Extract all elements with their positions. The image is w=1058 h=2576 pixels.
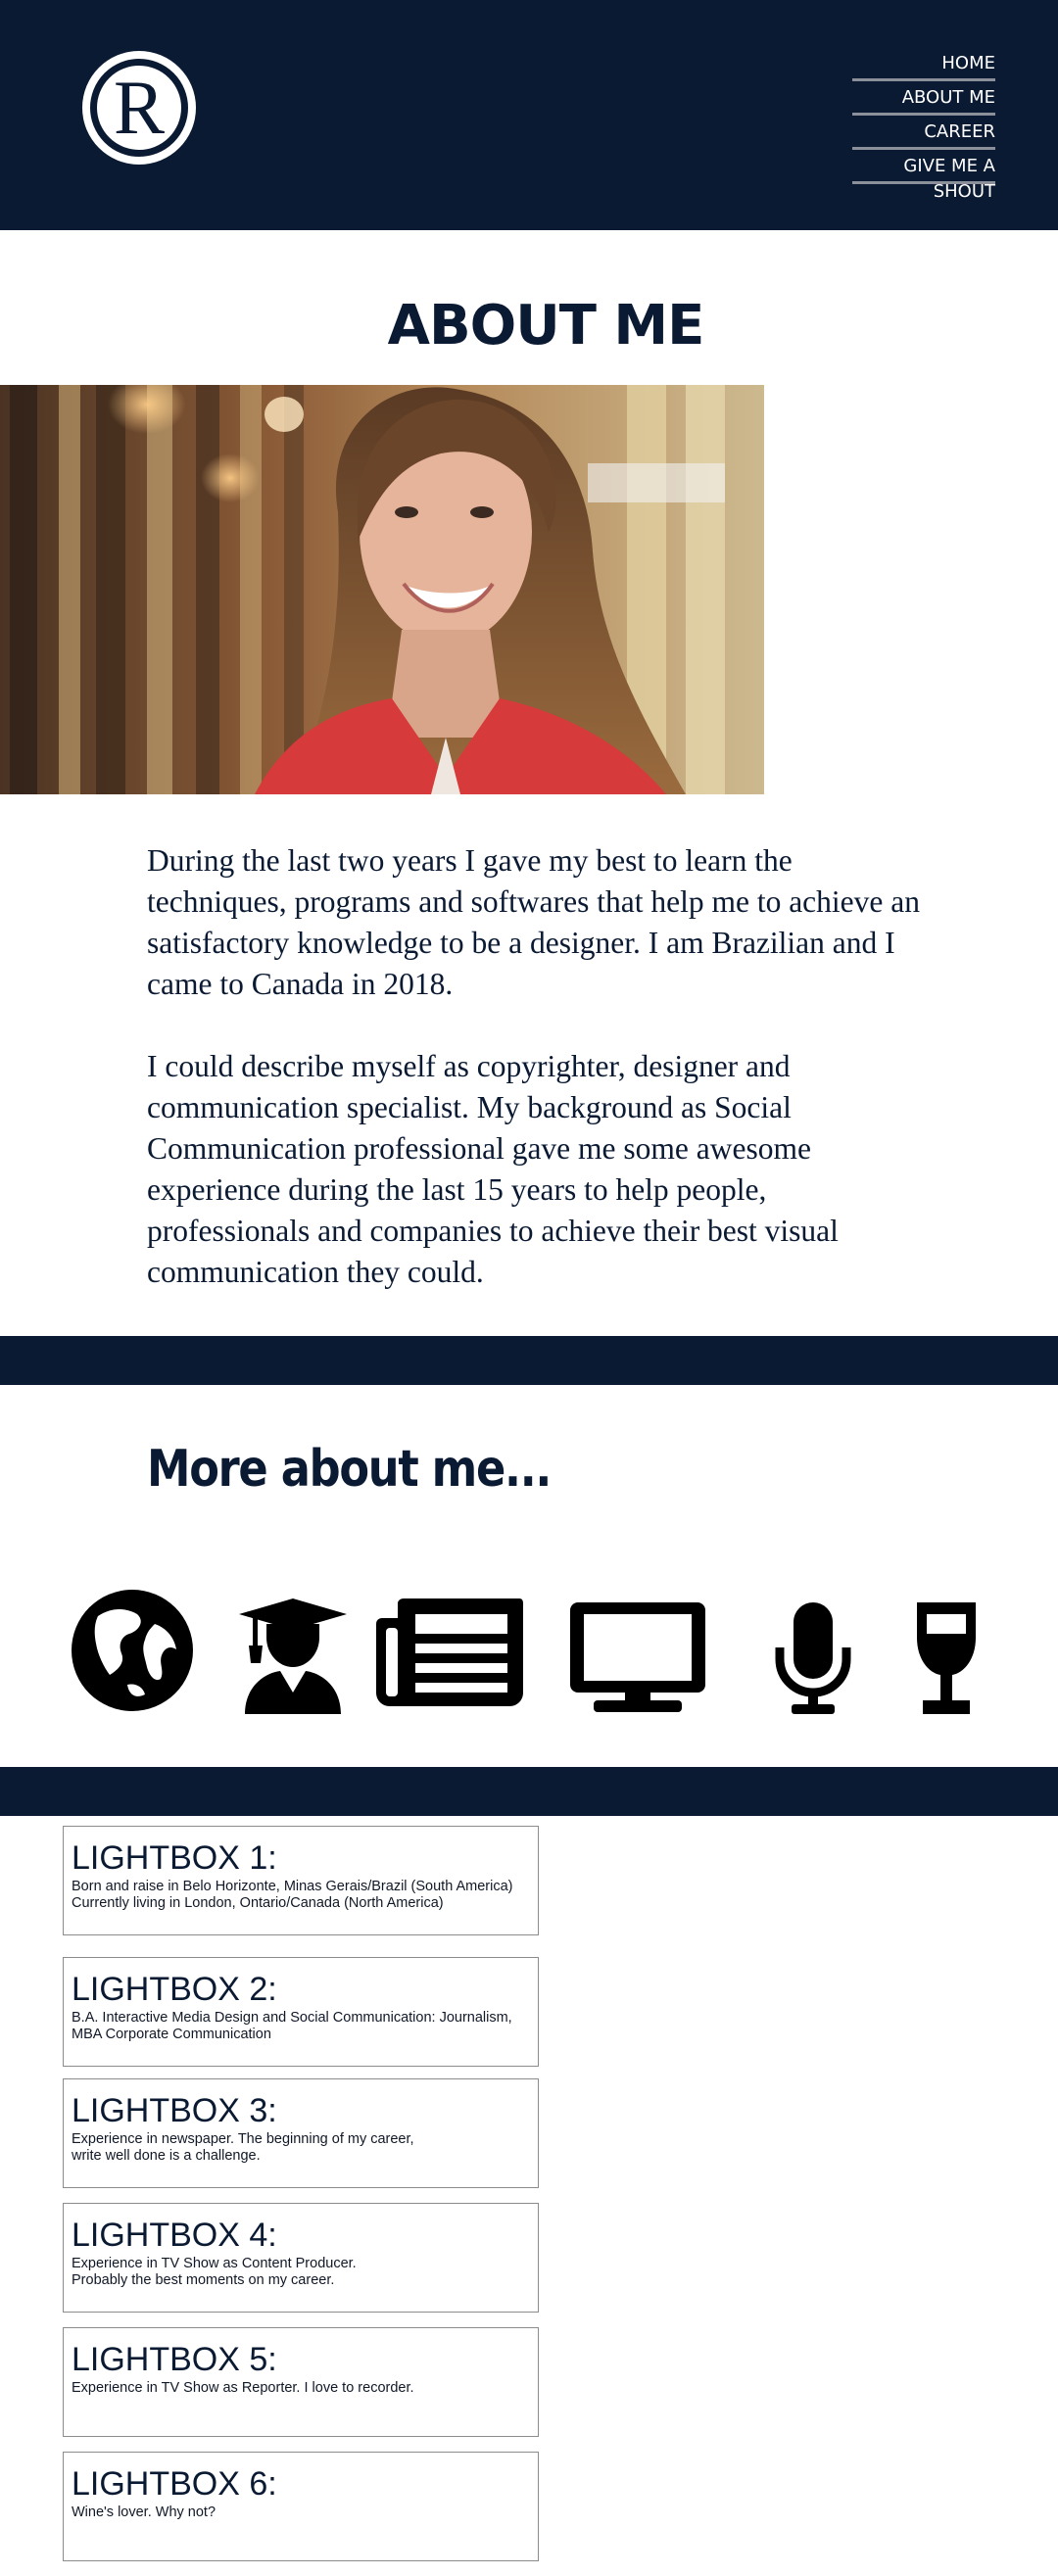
lightbox-1[interactable]: LIGHTBOX 1: Born and raise in Belo Horiz… [63,1826,539,1935]
lightbox-4[interactable]: LIGHTBOX 4: Experience in TV Show as Con… [63,2203,539,2313]
globe-icon[interactable] [69,1577,196,1714]
lightbox-title: LIGHTBOX 3: [72,2092,277,2129]
wine-glass-icon[interactable] [913,1577,980,1714]
lightbox-text: Born and raise in Belo Horizonte, Minas … [72,1879,513,1911]
lightbox-title: LIGHTBOX 1: [72,1839,277,1877]
lightbox-text: B.A. Interactive Media Design and Social… [72,2010,512,2042]
nav-about-me[interactable]: ABOUT ME [852,81,995,116]
page-title: ABOUT ME [387,294,705,358]
site-header: R HOME ABOUT ME CAREER GIVE ME A SHOUT [0,0,1058,230]
lightbox-6[interactable]: LIGHTBOX 6: Wine's lover. Why not? [63,2452,539,2561]
lightbox-title: LIGHTBOX 2: [72,1971,277,2008]
bio-paragraph-2: I could describe myself as copyrighter, … [147,1049,839,1289]
nav-career[interactable]: CAREER [852,116,995,150]
newspaper-icon[interactable] [376,1577,523,1714]
bio-paragraph-1: During the last two years I gave my best… [147,843,920,1001]
lightbox-2[interactable]: LIGHTBOX 2: B.A. Interactive Media Desig… [63,1957,539,2067]
lightbox-text: Wine's lover. Why not? [72,2504,216,2520]
lightbox-text: Experience in TV Show as Content Produce… [72,2256,357,2288]
logo-letter: R [113,65,166,150]
microphone-icon[interactable] [774,1577,852,1714]
nav-give-me-a-shout[interactable]: GIVE ME A SHOUT [852,150,995,202]
lightbox-title: LIGHTBOX 4: [72,2217,277,2254]
lightbox-title: LIGHTBOX 5: [72,2341,277,2378]
divider-band-2 [0,1767,1058,1816]
profile-photo [0,385,764,794]
lightbox-3[interactable]: LIGHTBOX 3: Experience in newspaper. The… [63,2078,539,2188]
lightbox-text: Experience in TV Show as Reporter. I lov… [72,2380,414,2396]
lightbox-5[interactable]: LIGHTBOX 5: Experience in TV Show as Rep… [63,2327,539,2437]
tv-monitor-icon[interactable] [570,1577,705,1714]
main-nav: HOME ABOUT ME CAREER GIVE ME A SHOUT [852,47,995,202]
logo[interactable]: R [82,51,196,165]
divider-band [0,1336,1058,1385]
graduate-icon[interactable] [239,1577,347,1714]
lightbox-text: Experience in newspaper. The beginning o… [72,2131,414,2164]
nav-home[interactable]: HOME [852,47,995,81]
lightbox-title: LIGHTBOX 6: [72,2465,277,2503]
more-about-me-title: More about me... [147,1440,552,1499]
bio-text: During the last two years I gave my best… [147,840,931,1293]
